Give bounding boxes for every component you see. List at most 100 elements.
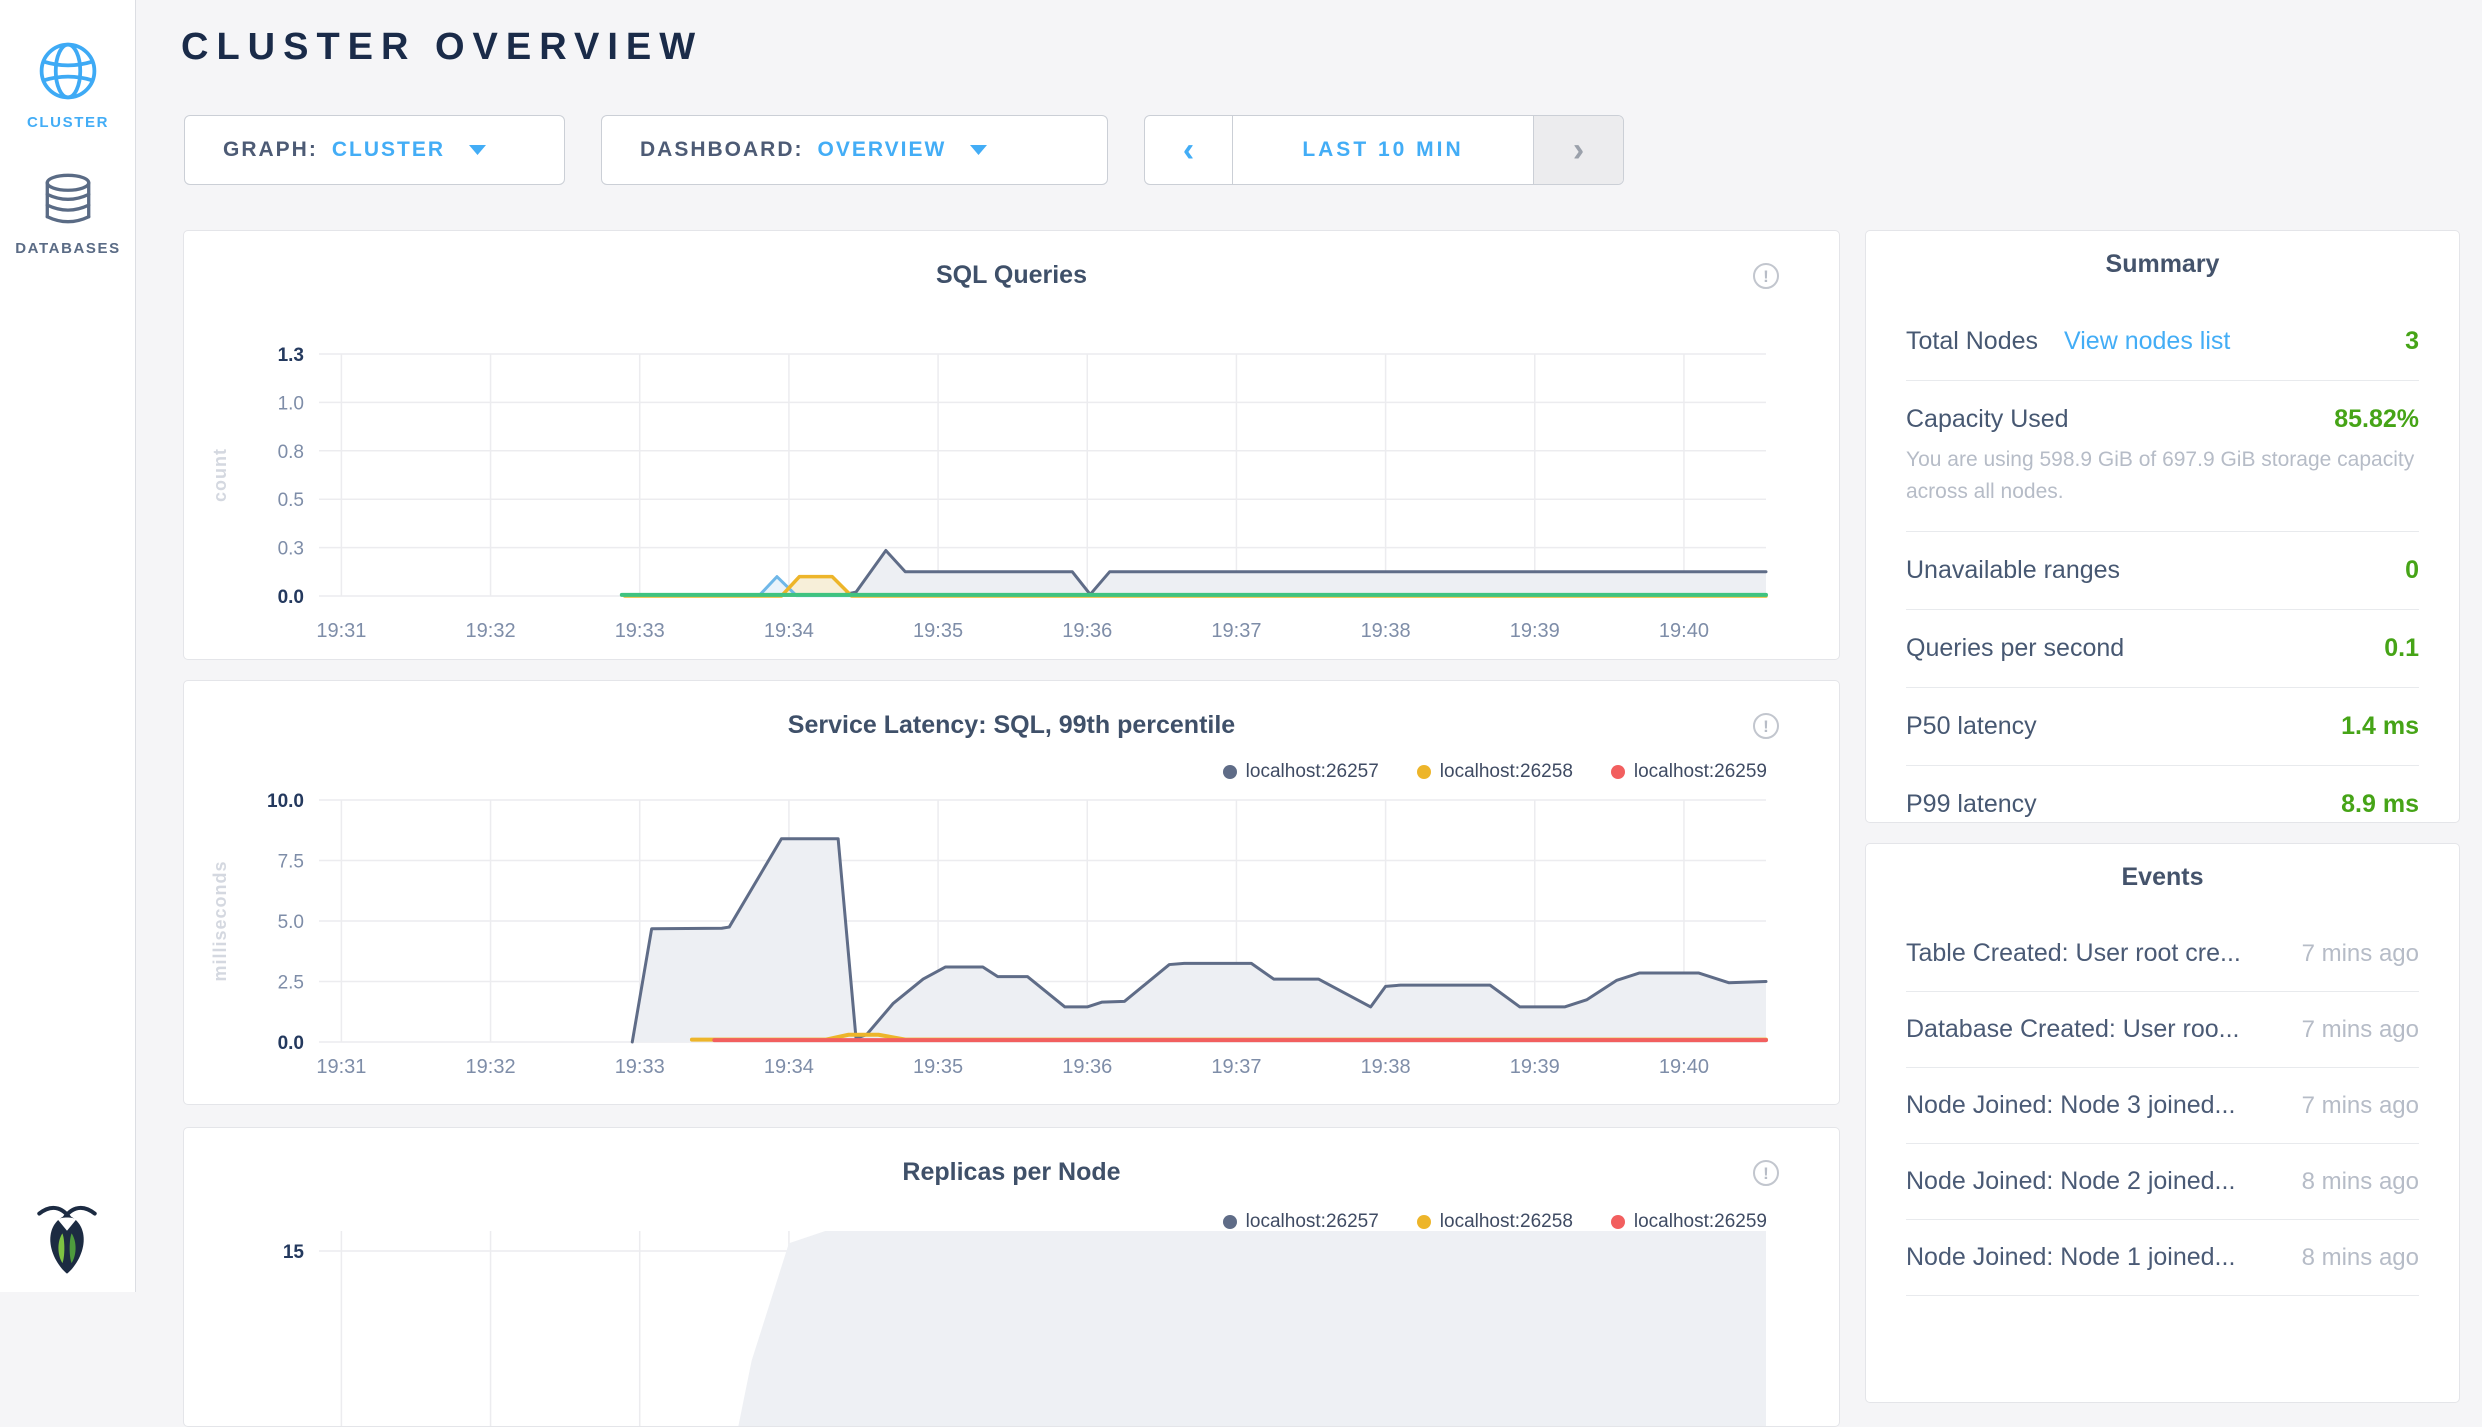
legend-label: localhost:26258: [1440, 1211, 1573, 1233]
legend-dot-icon: [1611, 1215, 1625, 1229]
event-time: 7 mins ago: [2302, 1016, 2419, 1044]
chart-legend: localhost:26257 localhost:26258 localhost:…: [1223, 761, 1767, 783]
chevron-down-icon: [970, 145, 987, 155]
sidebar: CLUSTER DATABASES: [0, 0, 136, 1292]
legend-item[interactable]: localhost:26259: [1611, 761, 1767, 783]
info-icon[interactable]: !: [1753, 713, 1779, 739]
svg-text:milliseconds: milliseconds: [210, 860, 230, 981]
legend-item[interactable]: localhost:26257: [1223, 761, 1379, 783]
legend-item[interactable]: localhost:26258: [1417, 1211, 1573, 1233]
svg-text:19:32: 19:32: [466, 1056, 516, 1078]
svg-text:19:34: 19:34: [764, 620, 814, 642]
event-row[interactable]: Node Joined: Node 2 joined...8 mins ago: [1906, 1144, 2419, 1220]
event-row[interactable]: Node Joined: Node 3 joined... 7 mins ago: [1906, 1068, 2419, 1144]
cockroachdb-logo-icon[interactable]: [34, 1198, 100, 1278]
legend-item[interactable]: localhost:26259: [1611, 1211, 1767, 1233]
event-time: 7 mins ago: [2302, 1092, 2419, 1120]
event-time: 7 mins ago: [2302, 940, 2419, 968]
svg-text:19:33: 19:33: [615, 620, 665, 642]
svg-text:19:34: 19:34: [764, 1056, 814, 1078]
legend-dot-icon: [1611, 765, 1625, 779]
svg-text:0.5: 0.5: [278, 490, 304, 511]
svg-text:19:39: 19:39: [1510, 620, 1560, 642]
legend-label: localhost:26259: [1634, 761, 1767, 783]
summary-row-capacity: Capacity Used 85.82% You are using 598.9…: [1906, 381, 2419, 532]
svg-text:19:39: 19:39: [1510, 1056, 1560, 1078]
svg-text:19:40: 19:40: [1659, 620, 1709, 642]
database-icon: [39, 172, 97, 230]
svg-text:19:31: 19:31: [316, 1056, 366, 1078]
legend-label: localhost:26259: [1634, 1211, 1767, 1233]
svg-text:19:35: 19:35: [913, 1056, 963, 1078]
svg-text:0.0: 0.0: [278, 587, 304, 608]
sidebar-item-label: CLUSTER: [0, 114, 136, 131]
legend-item[interactable]: localhost:26258: [1417, 761, 1573, 783]
chevron-right-icon: ›: [1573, 131, 1584, 170]
info-icon[interactable]: !: [1753, 1160, 1779, 1186]
svg-text:19:38: 19:38: [1361, 620, 1411, 642]
chevron-down-icon: [469, 145, 486, 155]
dashboard-dropdown[interactable]: DASHBOARD: OVERVIEW: [601, 115, 1108, 185]
time-range-next-button[interactable]: ›: [1533, 116, 1623, 184]
svg-text:0.8: 0.8: [278, 442, 304, 463]
svg-text:19:38: 19:38: [1361, 1056, 1411, 1078]
legend-item[interactable]: localhost:26257: [1223, 1211, 1379, 1233]
time-range-prev-button[interactable]: ‹: [1145, 116, 1233, 184]
summary-panel: Summary Total NodesView nodes list 3 Cap…: [1865, 230, 2460, 823]
event-name: Node Joined: Node 1 joined...: [1906, 1243, 2235, 1272]
sidebar-item-cluster[interactable]: CLUSTER: [0, 38, 136, 131]
total-nodes-label: Total Nodes: [1906, 327, 2038, 355]
chart-title: Replicas per Node: [184, 1158, 1839, 1187]
dashboard-dropdown-label: DASHBOARD:: [640, 138, 804, 162]
legend-dot-icon: [1417, 1215, 1431, 1229]
chart-title: Service Latency: SQL, 99th percentile: [184, 711, 1839, 740]
events-title: Events: [1906, 862, 2419, 892]
sidebar-item-databases[interactable]: DATABASES: [0, 172, 136, 257]
event-row[interactable]: Node Joined: Node 1 joined... 8 mins ago: [1906, 1220, 2419, 1296]
legend-dot-icon: [1417, 765, 1431, 779]
dashboard-dropdown-value: OVERVIEW: [818, 138, 947, 162]
sql-queries-chart[interactable]: 19:3119:3219:3319:3419:3519:3619:3719:38…: [184, 321, 1840, 660]
view-nodes-list-link[interactable]: View nodes list: [2064, 327, 2230, 355]
replicas-per-node-chart-card: Replicas per Node ! localhost:26257local…: [183, 1127, 1840, 1427]
svg-text:2.5: 2.5: [278, 973, 304, 994]
svg-text:19:37: 19:37: [1211, 1056, 1261, 1078]
summary-row-qps: Queries per second 0.1: [1906, 610, 2419, 688]
event-name: Table Created: User root cre...: [1906, 939, 2241, 968]
legend-label: localhost:26258: [1440, 761, 1573, 783]
legend-label: localhost:26257: [1246, 1211, 1379, 1233]
graph-dropdown[interactable]: GRAPH: CLUSTER: [184, 115, 565, 185]
svg-text:1.0: 1.0: [278, 393, 304, 414]
event-name: Database Created: User roo...: [1906, 1015, 2240, 1044]
svg-text:19:32: 19:32: [466, 620, 516, 642]
service-latency-chart[interactable]: 19:31 19:32 19:33 19:34 19:35 19:36 19:37 19:38…: [184, 781, 1840, 1105]
globe-icon: [35, 38, 101, 104]
svg-text:7.5: 7.5: [278, 852, 304, 873]
event-name: Node Joined: Node 3 joined...: [1906, 1091, 2235, 1120]
summary-row-p50: P50 latency 1.4 ms: [1906, 688, 2419, 766]
summary-title: Summary: [1906, 249, 2419, 279]
graph-dropdown-label: GRAPH:: [223, 138, 318, 162]
svg-text:19:31: 19:31: [316, 620, 366, 642]
event-time: 8 mins ago: [2302, 1168, 2419, 1196]
info-icon[interactable]: !: [1753, 263, 1779, 289]
graph-dropdown-value: CLUSTER: [332, 138, 445, 162]
event-row[interactable]: Database Created: User roo... 7 mins ago: [1906, 992, 2419, 1068]
chart-legend: localhost:26257 localhost:26258 localhost:…: [1223, 1211, 1767, 1233]
svg-text:1.3: 1.3: [278, 345, 304, 366]
p99-latency-label: P99 latency: [1906, 790, 2037, 819]
sidebar-item-label: DATABASES: [0, 240, 136, 257]
legend-label: localhost:26257: [1246, 761, 1379, 783]
replicas-per-node-chart[interactable]: 19:3119:3219:3319:3419:3519:3619:3719:38…: [184, 1231, 1840, 1426]
chart-title: SQL Queries: [184, 261, 1839, 290]
event-row[interactable]: Table Created: User root cre... 7 mins ag…: [1906, 916, 2419, 992]
qps-value: 0.1: [2384, 634, 2419, 663]
event-time: 8 mins ago: [2302, 1244, 2419, 1272]
svg-text:19:36: 19:36: [1062, 1056, 1112, 1078]
svg-text:19:33: 19:33: [615, 1056, 665, 1078]
chevron-left-icon: ‹: [1183, 131, 1194, 170]
time-range-selector: ‹ LAST 10 MIN ›: [1144, 115, 1624, 185]
time-range-value[interactable]: LAST 10 MIN: [1233, 116, 1533, 184]
legend-dot-icon: [1223, 1215, 1237, 1229]
p99-latency-value: 8.9 ms: [2341, 790, 2419, 819]
